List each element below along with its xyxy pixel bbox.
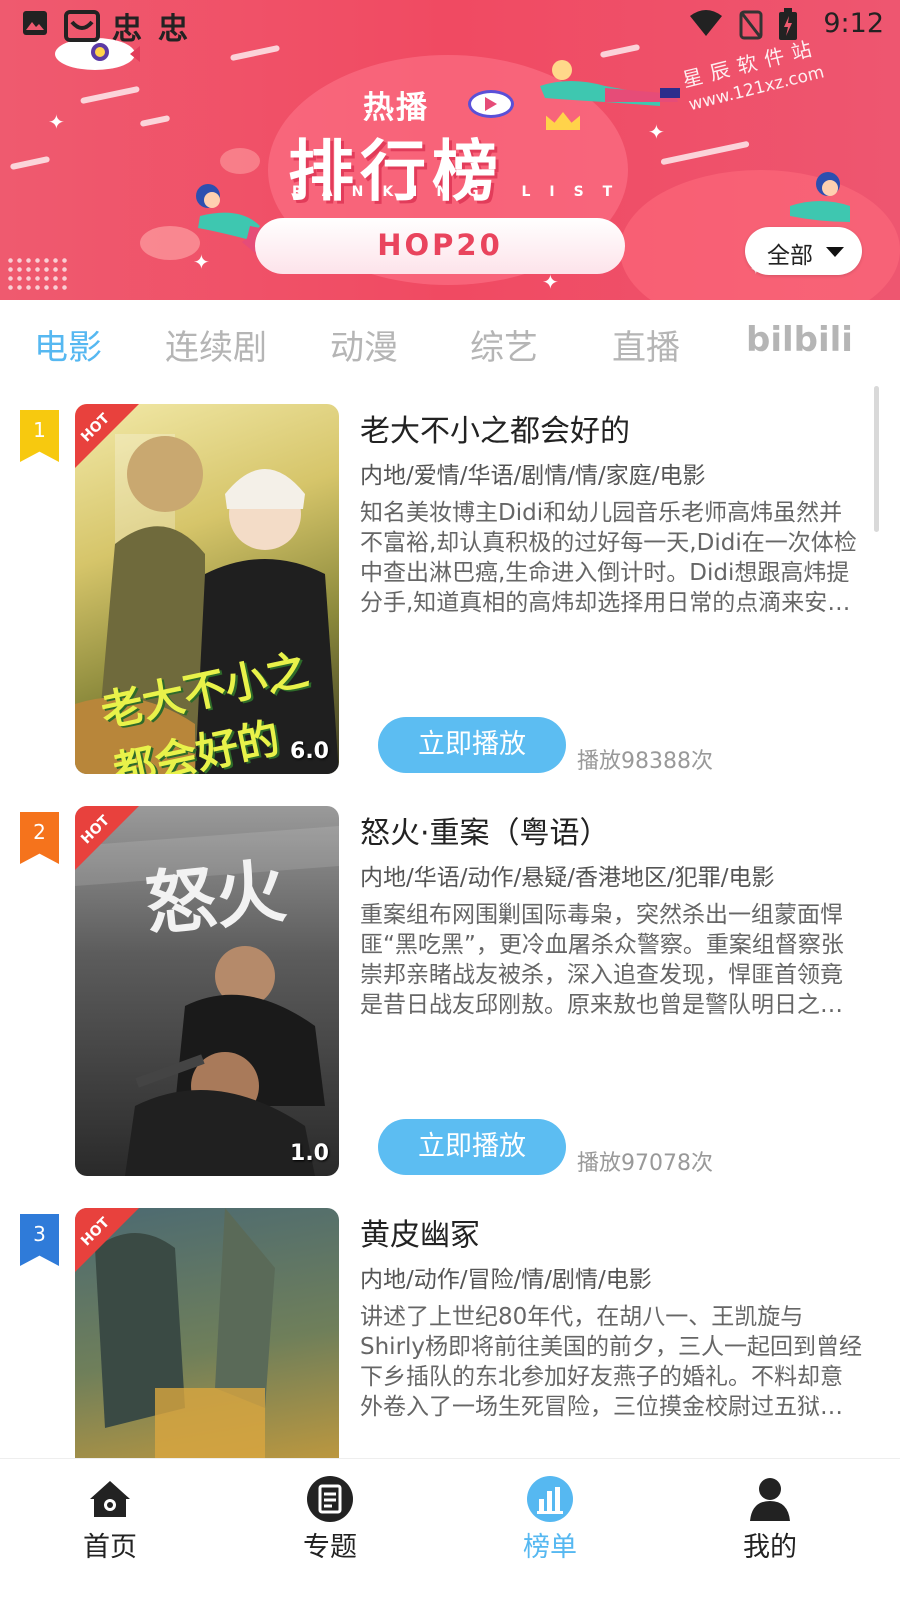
item-tags: 内地/爱情/华语/剧情/情/家庭/电影 (360, 463, 706, 489)
item-title[interactable]: 怒火·重案（粤语） (360, 808, 610, 852)
item-description: 知名美妆博主Didi和幼儿园音乐老师高炜虽然并不富裕,却认真积极的过好每一天,D… (360, 500, 857, 616)
bottom-nav: 首页 专题 榜单 我的 (0, 1458, 900, 1601)
item-title[interactable]: 黄皮幽冢 (360, 1210, 480, 1254)
poster-image[interactable]: HOT (75, 1208, 339, 1458)
rank-badge: 1 (20, 410, 59, 462)
nav-label: 我的 (743, 1532, 797, 1563)
banner-streak (139, 114, 171, 128)
list-item[interactable]: 2 怒火 HOT 1.0 怒火·重案（粤语） 内地/华语/动作/悬疑/香港地区/… (0, 788, 900, 1190)
nav-ranking[interactable]: 榜单 (470, 1459, 630, 1601)
chart-icon (527, 1476, 573, 1522)
clock: 9:12 (823, 8, 884, 39)
banner-streak (9, 155, 51, 171)
chevron-down-icon (826, 247, 844, 257)
nav-label: 榜单 (523, 1532, 577, 1563)
nav-home[interactable]: 首页 (30, 1459, 190, 1601)
rank-badge: 2 (20, 812, 59, 864)
score: 6.0 (290, 739, 329, 764)
item-title[interactable]: 老大不小之都会好的 (360, 406, 630, 450)
banner-badge-text: HOP20 (377, 228, 503, 262)
mail-icon (64, 10, 100, 42)
filter-label: 全部 (767, 243, 813, 269)
item-description: 重案组布网围剿国际毒枭，突然杀出一组蒙面悍匪“黑吃黑”，更冷血屠杀众警察。重案组… (360, 902, 844, 1018)
no-signal-icon (739, 10, 763, 40)
sparkle-icon: ✦ (542, 270, 559, 294)
banner-title-en: RANKING LIST (292, 184, 632, 200)
item-tags: 内地/华语/动作/悬疑/香港地区/犯罪/电影 (360, 865, 775, 891)
banner-streak (80, 85, 140, 105)
rank-badge: 3 (20, 1214, 59, 1266)
banner-badge: HOP20 (255, 218, 625, 274)
nav-label: 首页 (83, 1532, 137, 1563)
battery-icon (779, 8, 797, 40)
poster-image[interactable]: 老大不小之都会好的 HOT 6.0 (75, 404, 339, 774)
tab-bilibili[interactable]: bilbili (746, 320, 853, 360)
nav-label: 专题 (303, 1532, 357, 1563)
category-tabs: 电影 连续剧 动漫 综艺 直播 bilbili (0, 300, 900, 386)
play-count: 播放98388次 (577, 749, 713, 774)
nav-topics[interactable]: 专题 (250, 1459, 410, 1601)
poster-art (95, 1208, 275, 1458)
poster-title: 怒火 (141, 849, 290, 947)
tab-series[interactable]: 连续剧 (165, 320, 267, 369)
topic-icon (307, 1476, 353, 1522)
banner-streak (660, 140, 750, 166)
status-bar: 忠 忠 9:12 (0, 0, 900, 50)
item-description: 讲述了上世纪80年代，在胡八一、王凯旋与Shirly杨即将前往美国的前夕，三人一… (360, 1304, 863, 1420)
tab-variety[interactable]: 综艺 (470, 320, 538, 369)
user-icon (750, 1478, 790, 1521)
tab-movie[interactable]: 电影 (34, 320, 102, 369)
score: 1.0 (290, 1141, 329, 1166)
home-icon (90, 1481, 130, 1517)
image-icon (23, 11, 47, 35)
wifi-icon (690, 10, 722, 36)
poster-image[interactable]: 怒火 HOT 1.0 (75, 806, 339, 1176)
flying-person-icon (540, 60, 680, 106)
ranking-list: 1 老大不小之都会好的 HOT 6.0 老大不小之都会好的 内地/爱情/华语/剧… (0, 386, 900, 1458)
filter-dropdown[interactable]: 全部 (745, 227, 862, 275)
list-item[interactable]: 3 HOT 黄皮幽冢 内地/动作/冒险/情/剧情/电影 讲述了上世纪80年代，在… (0, 1190, 900, 1458)
sparkle-icon: ✦ (48, 110, 65, 134)
list-item[interactable]: 1 老大不小之都会好的 HOT 6.0 老大不小之都会好的 内地/爱情/华语/剧… (0, 386, 900, 788)
banner-dots (6, 256, 70, 292)
bug-icon: 忠 (158, 12, 188, 47)
play-badge-icon (468, 90, 514, 118)
nav-mine[interactable]: 我的 (690, 1459, 850, 1601)
play-now-button[interactable]: 立即播放 (378, 1119, 566, 1175)
tab-live[interactable]: 直播 (612, 320, 680, 369)
bug-icon: 忠 (112, 12, 142, 47)
play-now-button[interactable]: 立即播放 (378, 717, 566, 773)
tab-anime[interactable]: 动漫 (330, 320, 398, 369)
banner-blob (220, 148, 260, 174)
play-count: 播放97078次 (577, 1151, 713, 1176)
item-tags: 内地/动作/冒险/情/剧情/电影 (360, 1267, 652, 1293)
